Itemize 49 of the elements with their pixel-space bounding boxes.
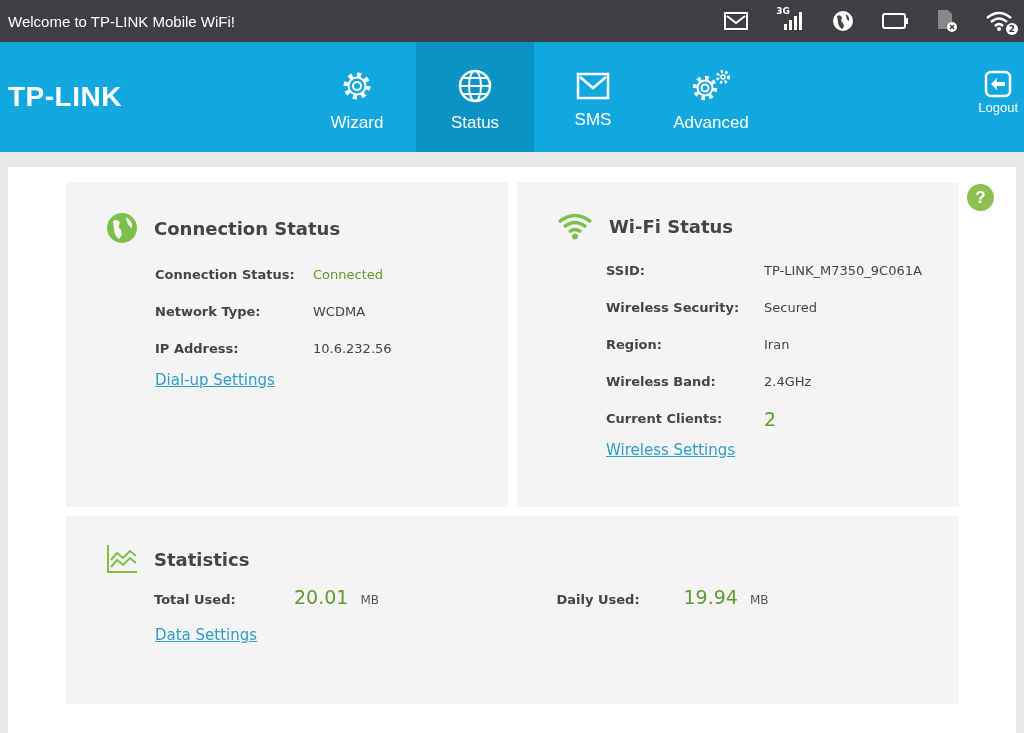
card-title: Wi-Fi Status bbox=[609, 215, 734, 237]
nav-tab[interactable]: Advanced bbox=[652, 42, 770, 152]
nav-tab[interactable]: SMS bbox=[534, 42, 652, 152]
field-value: Connected bbox=[313, 267, 383, 282]
sim-card-error-icon bbox=[936, 9, 958, 33]
field-label: Region: bbox=[606, 337, 663, 352]
card-title: Connection Status bbox=[154, 217, 341, 239]
card-title: Statistics bbox=[154, 548, 250, 570]
mail-icon bbox=[576, 72, 610, 100]
help-button[interactable]: ? bbox=[967, 184, 994, 211]
stat-label: Total Used: bbox=[154, 592, 237, 607]
field-value: Iran bbox=[764, 337, 790, 352]
line-chart-icon bbox=[106, 544, 138, 574]
globe-icon bbox=[832, 10, 854, 32]
field-value: WCDMA bbox=[313, 304, 366, 319]
field-label: Network Type: bbox=[155, 304, 262, 319]
stat-unit: MB bbox=[749, 593, 769, 607]
field-label: Wireless Band: bbox=[606, 374, 717, 389]
logout-icon bbox=[984, 69, 1013, 98]
welcome-title: Welcome to TP-LINK Mobile WiFi! bbox=[8, 12, 235, 30]
field-value: TP-LINK_M7350_9C061A bbox=[764, 263, 922, 278]
battery-icon bbox=[882, 13, 908, 29]
globe-icon bbox=[458, 69, 492, 103]
stat-value: 19.94 bbox=[683, 586, 738, 608]
field-label: Wireless Security: bbox=[606, 300, 741, 315]
nav-tab[interactable]: Status bbox=[416, 42, 534, 152]
client-count-badge: 2 bbox=[1006, 23, 1018, 35]
globe-icon bbox=[106, 212, 138, 244]
field-label: SSID: bbox=[606, 263, 646, 278]
dial-up-settings-link[interactable]: Dial-up Settings bbox=[155, 371, 275, 389]
nav-tab[interactable]: Wizard bbox=[298, 42, 416, 152]
signal-bars-icon bbox=[784, 12, 804, 30]
wifi-icon bbox=[557, 212, 593, 240]
wireless-settings-link[interactable]: Wireless Settings bbox=[606, 441, 736, 459]
field-value: Secured bbox=[764, 300, 817, 315]
mail-icon[interactable] bbox=[724, 12, 749, 30]
stat-label: Daily Used: bbox=[556, 592, 641, 607]
data-settings-link[interactable]: Data Settings bbox=[155, 626, 258, 644]
network-type-label: 3G bbox=[776, 6, 790, 16]
field-label: IP Address: bbox=[155, 341, 240, 356]
logout-button[interactable]: Logout bbox=[978, 42, 1018, 152]
field-label: Connection Status: bbox=[155, 267, 296, 282]
field-value: 2.4GHz bbox=[764, 374, 812, 389]
field-value: 10.6.232.56 bbox=[313, 341, 392, 356]
brand-logo: TP-LINK bbox=[8, 81, 123, 113]
field-label: Current Clients: bbox=[606, 411, 724, 426]
stat-value: 20.01 bbox=[294, 586, 349, 608]
field-value: 2 bbox=[764, 407, 777, 430]
stat-unit: MB bbox=[360, 593, 379, 607]
